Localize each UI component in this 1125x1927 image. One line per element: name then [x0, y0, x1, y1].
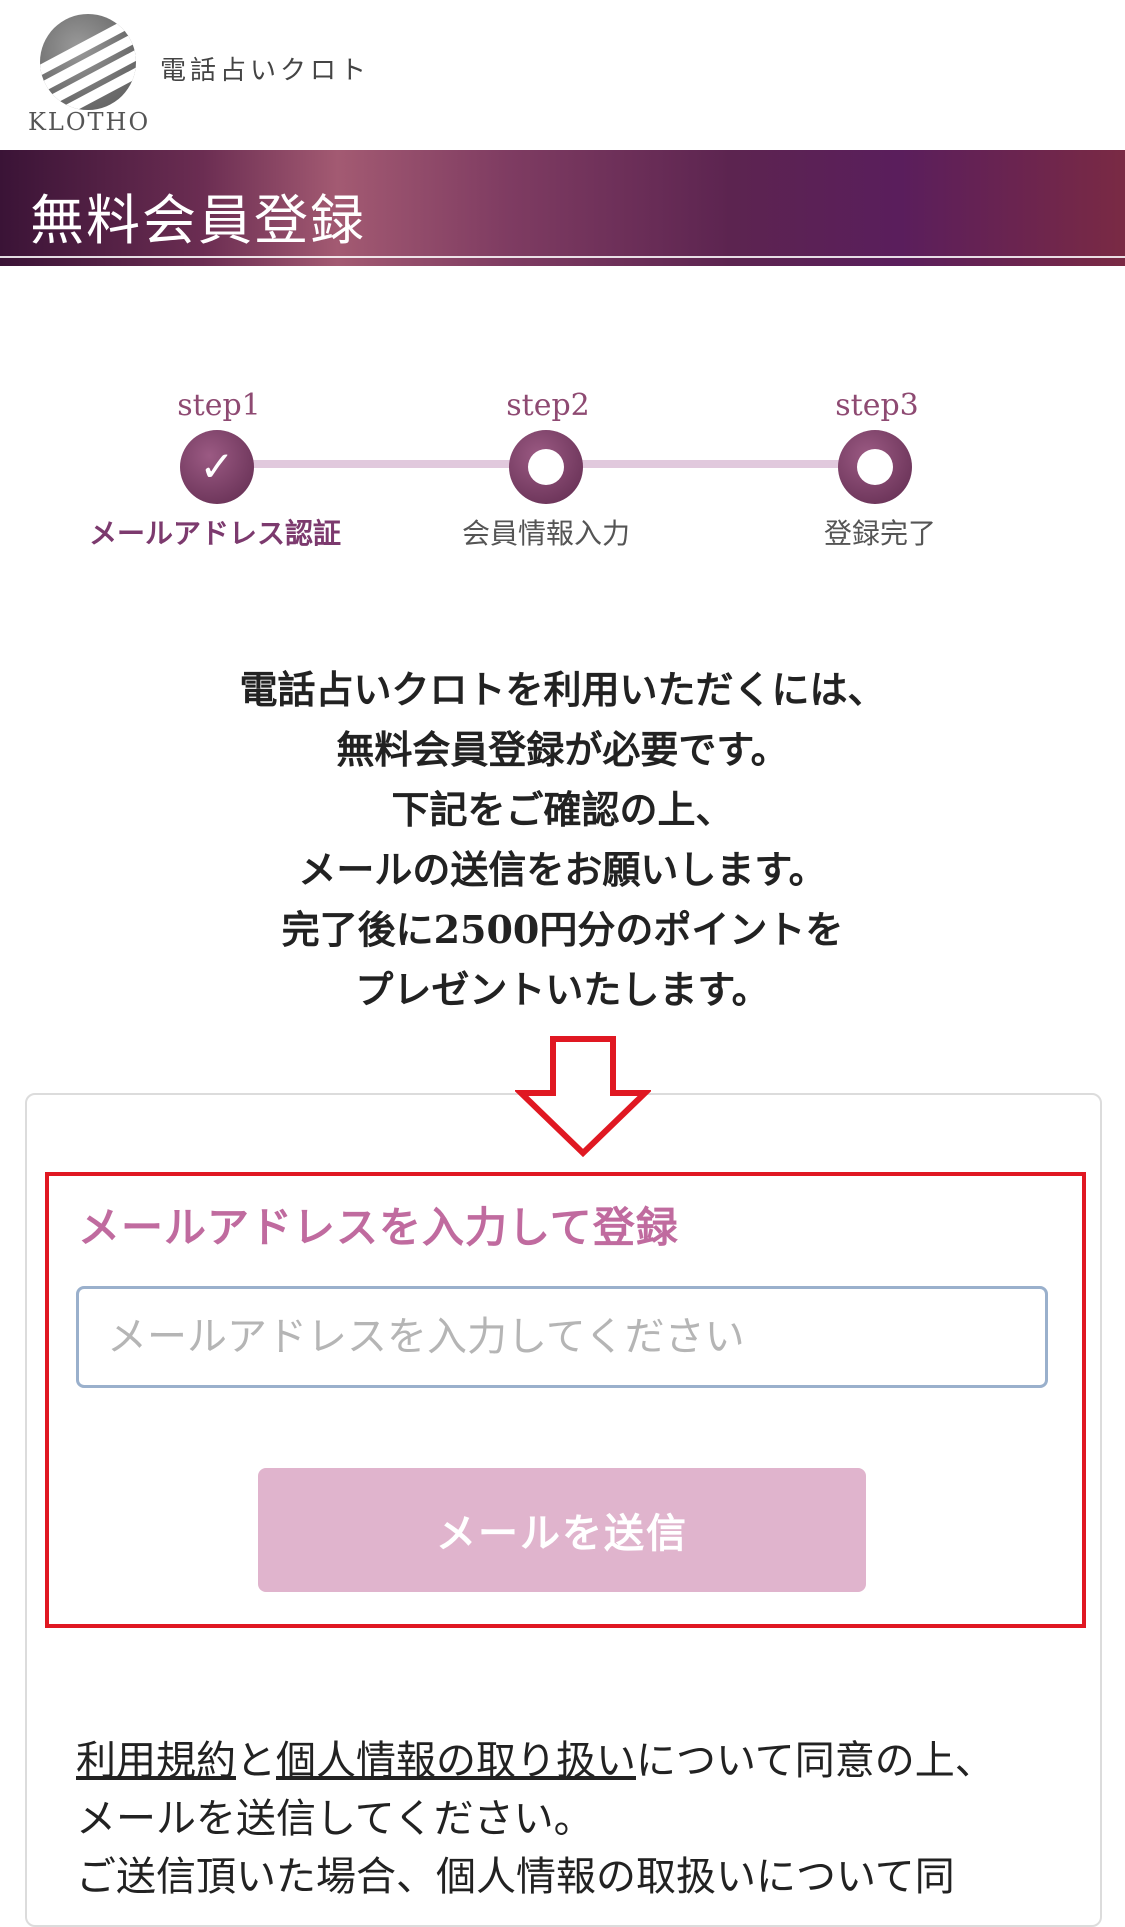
step-caption-3: 登録完了 [823, 517, 936, 550]
step-label-1: step1 [177, 388, 261, 423]
registration-steps: step1 step2 step3 ✓ メールアドレス認証 会員情報入力 登録完… [0, 370, 1125, 570]
terms-rest: について同意の上、 [636, 1738, 995, 1784]
step-3-circle-icon [838, 430, 912, 504]
site-name: 電話占いクロト [160, 56, 371, 86]
step-caption-2: 会員情報入力 [461, 517, 630, 550]
page-title-band: 無料会員登録 [0, 150, 1125, 266]
intro-line: 完了後に2500円分のポイントを [281, 907, 844, 952]
step-2-circle-icon [509, 430, 583, 504]
step-connector [217, 460, 547, 468]
down-arrow-icon [515, 1036, 651, 1158]
step-1-check-icon: ✓ [180, 430, 254, 504]
privacy-link[interactable]: 個人情報の取り扱い [276, 1738, 636, 1784]
step-label-2: step2 [506, 388, 590, 423]
email-input[interactable] [76, 1286, 1048, 1388]
intro-line: プレゼントいたします。 [355, 967, 770, 1012]
terms-link[interactable]: 利用規約 [76, 1738, 236, 1784]
intro-line: 電話占いクロトを利用いただくには、 [239, 667, 886, 712]
intro-text: 電話占いクロトを利用いただくには、 無料会員登録が必要です。 下記をご確認の上、… [0, 660, 1125, 1020]
intro-line: 無料会員登録が必要です。 [336, 727, 789, 772]
terms-line-2: メールを送信してください。 [76, 1796, 594, 1842]
terms-and: と [236, 1738, 276, 1784]
terms-line-3: ご送信頂いた場合、個人情報の取扱いについて同 [76, 1854, 955, 1900]
intro-line: メールの送信をお願いします。 [298, 847, 827, 892]
step-connector [547, 460, 877, 468]
step-label-3: step3 [835, 388, 919, 423]
intro-line: 下記をご確認の上、 [391, 787, 734, 832]
klotho-logo-icon[interactable] [40, 14, 136, 110]
terms-text: 利用規約と個人情報の取り扱いについて同意の上、 メールを送信してください。 ご送… [76, 1732, 1066, 1906]
form-label: メールアドレスを入力して登録 [78, 1203, 679, 1252]
site-header: KLOTHO 電話占いクロト [0, 0, 1125, 150]
send-mail-button[interactable]: メールを送信 [258, 1468, 866, 1592]
page-title: 無料会員登録 [30, 189, 366, 252]
logo-wordmark: KLOTHO [28, 108, 151, 136]
step-caption-1: メールアドレス認証 [88, 517, 341, 550]
